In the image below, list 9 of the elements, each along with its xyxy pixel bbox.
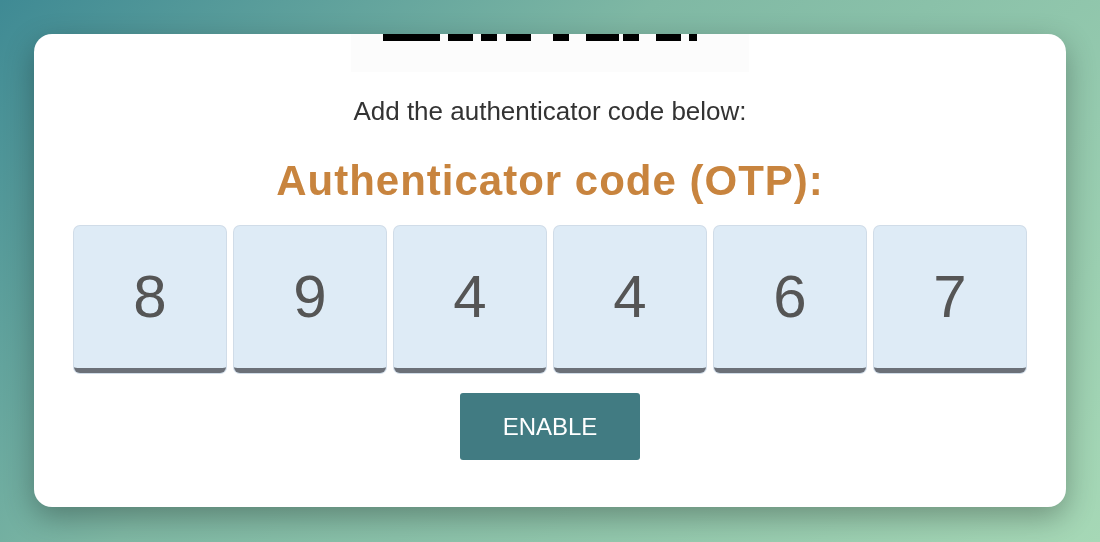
otp-digit-field[interactable]: 4 [394, 226, 546, 373]
otp-digit-field[interactable]: 6 [714, 226, 866, 373]
otp-heading: Authenticator code (OTP): [276, 156, 824, 206]
otp-digit-field[interactable]: 9 [234, 226, 386, 373]
otp-digit-field[interactable]: 4 [554, 226, 706, 373]
otp-digit-field[interactable]: 8 [74, 226, 226, 373]
otp-digit-field[interactable]: 7 [874, 226, 1026, 373]
enable-button[interactable]: ENABLE [460, 393, 640, 460]
instruction-text: Add the authenticator code below: [353, 95, 747, 128]
